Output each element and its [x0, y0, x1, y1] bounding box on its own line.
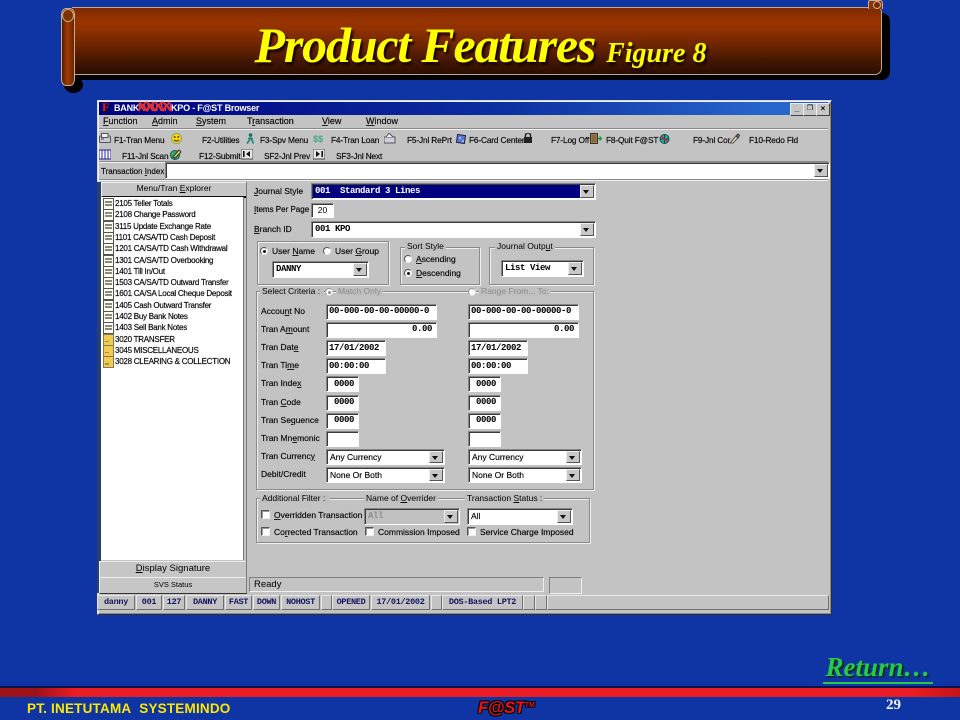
svg-text:$$: $$ — [313, 134, 323, 144]
